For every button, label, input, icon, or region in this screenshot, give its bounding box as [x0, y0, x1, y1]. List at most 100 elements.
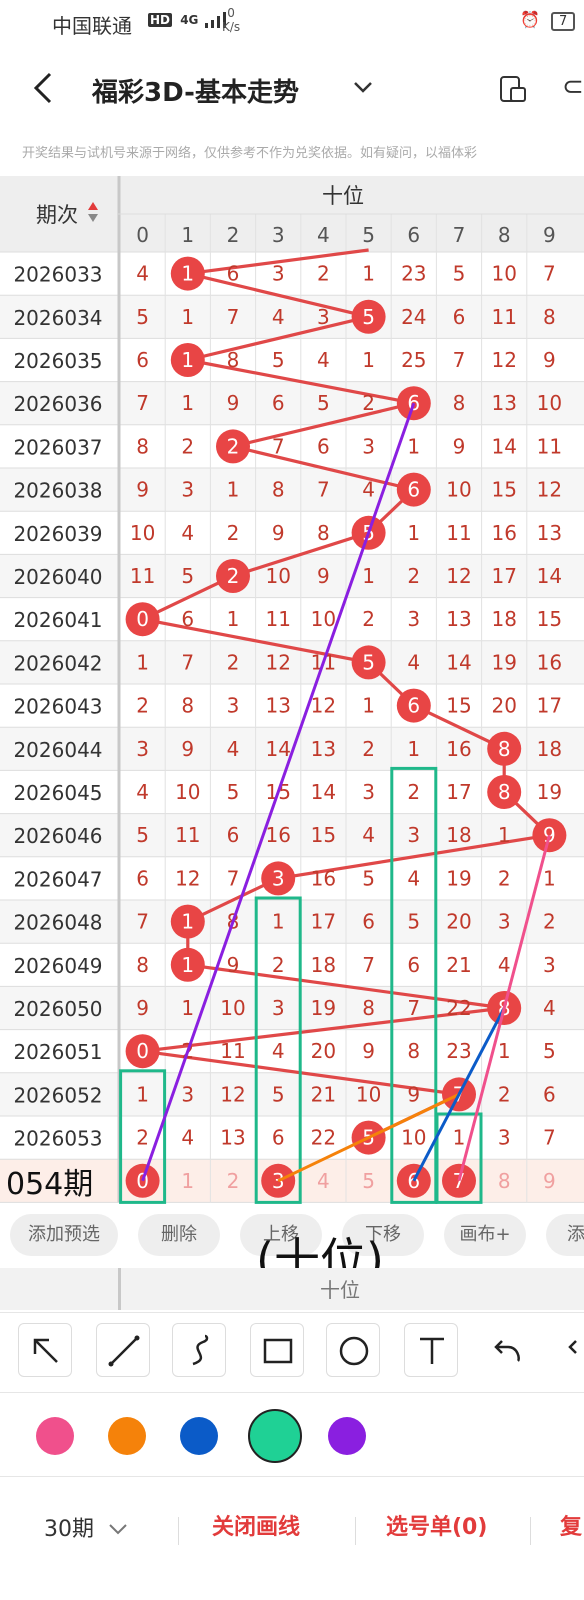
miss-count: 8 — [136, 434, 149, 458]
miss-count: 11 — [220, 1039, 245, 1063]
delete-button[interactable]: 删除 — [138, 1214, 220, 1256]
selected-number: 3 — [272, 1169, 285, 1193]
device-icon[interactable] — [498, 74, 528, 104]
separator — [355, 1517, 356, 1545]
miss-count: 1 — [227, 607, 240, 631]
back-arrow-icon[interactable] — [28, 68, 58, 117]
close-draw-button[interactable]: 关闭画线 — [212, 1509, 300, 1541]
digit-header: 5 — [362, 223, 375, 247]
miss-count: 4 — [227, 737, 240, 761]
miss-count: 2 — [498, 1082, 511, 1106]
miss-count: 17 — [537, 694, 562, 718]
digit-header: 9 — [543, 223, 556, 247]
miss-count: 10 — [491, 262, 516, 286]
more-button[interactable]: 复 — [560, 1509, 582, 1541]
miss-count: 19 — [446, 866, 471, 890]
miss-count: 3 — [227, 694, 240, 718]
blue-swatch[interactable] — [180, 1417, 218, 1455]
period-select[interactable]: 30期 — [44, 1511, 129, 1543]
hit-number: 1 — [181, 953, 194, 977]
miss-count: 6 — [272, 1126, 285, 1150]
alarm-icon: ⏰ — [520, 10, 540, 29]
title-bar: 福彩3D-基本走势 ⊂ — [0, 50, 584, 130]
miss-count: 3 — [498, 1126, 511, 1150]
redo-icon[interactable] — [556, 1323, 584, 1377]
text-tool-icon[interactable] — [404, 1323, 458, 1377]
arrow-tool-icon[interactable] — [18, 1323, 72, 1377]
miss-count: 10 — [220, 996, 245, 1020]
circle-tool-icon[interactable] — [326, 1323, 380, 1377]
miss-count: 10 — [175, 780, 200, 804]
miss-count: 5 — [272, 348, 285, 372]
pink-swatch[interactable] — [36, 1417, 74, 1455]
miss-count: 6 — [136, 348, 149, 372]
period-label: 2026044 — [13, 738, 102, 762]
divider — [118, 1268, 121, 1310]
period-label: 2026050 — [13, 997, 102, 1021]
undo-icon[interactable] — [480, 1323, 534, 1377]
miss-count: 9 — [227, 391, 240, 415]
canvas-plus-button[interactable]: 画布+ — [444, 1214, 526, 1256]
miss-count: 4 — [136, 780, 149, 804]
miss-count: 12 — [220, 1082, 245, 1106]
miss-count: 2 — [227, 521, 240, 545]
miss-count: 22 — [311, 1126, 336, 1150]
add-button[interactable]: 添 — [546, 1214, 584, 1256]
miss-count: 1 — [498, 823, 511, 847]
share-icon[interactable]: ⊂ — [562, 72, 584, 102]
pick-list-button[interactable]: 选号单(0) — [386, 1509, 487, 1541]
hit-number: 8 — [498, 737, 511, 761]
period-label: 2026047 — [13, 867, 102, 891]
miss-count: 12 — [311, 694, 336, 718]
purple-swatch[interactable] — [328, 1417, 366, 1455]
period-label: 2026045 — [13, 781, 102, 805]
period-label: 2026038 — [13, 479, 102, 503]
period-label: 2026037 — [13, 435, 102, 459]
miss-count: 1 — [362, 348, 375, 372]
hit-number: 0 — [136, 1039, 149, 1063]
miss-count: 14 — [311, 780, 336, 804]
miss-count: 7 — [543, 1126, 556, 1150]
miss-count: 3 — [362, 434, 375, 458]
lower-column-header: 十位 — [0, 1268, 584, 1310]
miss-count: 23 — [446, 1039, 471, 1063]
miss-count: 9 — [227, 953, 240, 977]
orange-swatch[interactable] — [108, 1417, 146, 1455]
miss-count: 13 — [220, 1126, 245, 1150]
period-label: 2026043 — [13, 695, 102, 719]
miss-count: 21 — [446, 953, 471, 977]
prediction-digit: 5 — [362, 1169, 375, 1193]
miss-count: 4 — [362, 823, 375, 847]
miss-count: 9 — [362, 1039, 375, 1063]
digit-header: 2 — [227, 223, 240, 247]
miss-count: 17 — [491, 564, 516, 588]
miss-count: 4 — [272, 1039, 285, 1063]
miss-count: 9 — [317, 564, 330, 588]
miss-count: 1 — [362, 694, 375, 718]
miss-count: 7 — [543, 262, 556, 286]
page-title[interactable]: 福彩3D-基本走势 — [92, 72, 299, 109]
miss-count: 20 — [446, 910, 471, 934]
miss-count: 6 — [407, 953, 420, 977]
curve-tool-icon[interactable] — [172, 1323, 226, 1377]
chevron-down-icon[interactable] — [352, 76, 374, 100]
hit-number: 2 — [227, 434, 240, 458]
miss-count: 18 — [446, 823, 471, 847]
battery-level: 7 — [559, 14, 568, 29]
miss-count: 1 — [181, 391, 194, 415]
line-tool-icon[interactable] — [96, 1323, 150, 1377]
green-swatch-selected[interactable] — [248, 1409, 302, 1463]
miss-count: 7 — [227, 305, 240, 329]
miss-count: 2 — [272, 953, 285, 977]
prediction-digit: 9 — [543, 1169, 556, 1193]
miss-count: 6 — [272, 391, 285, 415]
rect-tool-icon[interactable] — [250, 1323, 304, 1377]
miss-count: 14 — [491, 434, 516, 458]
digit-header: 1 — [181, 223, 194, 247]
hit-number: 8 — [498, 780, 511, 804]
separator — [178, 1517, 179, 1545]
miss-count: 5 — [407, 910, 420, 934]
trend-grid: 期次十位0 1 2 3 4 5 6 7 8 92026033 4 1 6 3 2 1 23 5 10 72026034… — [0, 176, 584, 1204]
miss-count: 12 — [265, 650, 290, 674]
add-preselect-button[interactable]: 添加预选 — [10, 1214, 118, 1256]
